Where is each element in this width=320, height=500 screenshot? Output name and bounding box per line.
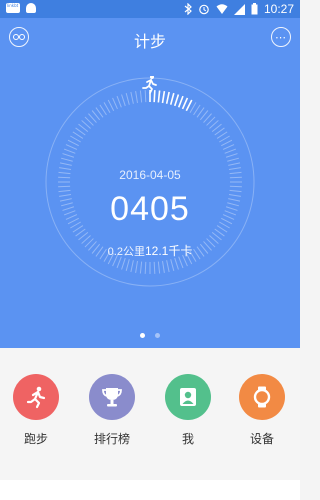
progress-tick <box>219 135 230 143</box>
progress-tick-filled <box>185 99 193 112</box>
trophy-icon <box>102 388 122 407</box>
status-bar: linkbt 10:27 <box>0 0 300 18</box>
progress-tick <box>144 90 147 103</box>
nav-item-device[interactable]: 设备 <box>232 374 292 447</box>
watch-icon <box>253 386 271 408</box>
wifi-icon <box>216 4 228 14</box>
progress-tick-filled <box>169 92 175 105</box>
activity-summary: 0.2公里12.1千卡 <box>0 242 300 259</box>
page-dot-1[interactable] <box>140 333 145 338</box>
progress-tick-filled <box>153 90 156 103</box>
alarm-icon <box>199 4 209 15</box>
nav-item-ranking[interactable]: 排行榜 <box>82 374 142 447</box>
nav-item-me[interactable]: 我 <box>158 374 218 447</box>
nav-label-device: 设备 <box>249 432 274 446</box>
progress-tick-filled <box>161 91 166 104</box>
status-left: linkbt <box>6 3 36 13</box>
progress-tick <box>59 162 72 166</box>
progress-tick <box>166 260 170 273</box>
progress-tick <box>144 261 147 274</box>
battery-icon <box>251 3 258 15</box>
bluetooth-icon <box>184 3 192 15</box>
progress-tick <box>153 261 156 274</box>
progress-tick <box>222 144 235 150</box>
progress-tick-filled <box>173 94 180 107</box>
app-badge-icon: linkbt <box>6 3 20 13</box>
progress-tick <box>103 102 111 113</box>
running-icon <box>26 386 46 409</box>
progress-tick <box>216 131 228 139</box>
progress-tick <box>174 257 179 270</box>
progress-tick <box>107 99 115 111</box>
progress-tick <box>61 157 73 162</box>
progress-tick <box>121 257 126 270</box>
progress-tick <box>130 260 134 273</box>
progress-tick <box>189 102 197 113</box>
progress-tick <box>67 139 79 147</box>
progress-tick <box>221 139 233 147</box>
progress-tick <box>99 104 107 116</box>
progress-tick <box>72 131 84 139</box>
signal-icon <box>233 3 245 15</box>
more-icon: ⋯ <box>275 30 287 44</box>
progress-tick <box>139 261 143 274</box>
ranking-button[interactable] <box>89 374 135 420</box>
progress-tick-filled <box>181 97 189 110</box>
nav-label-ranking: 排行榜 <box>93 432 130 446</box>
nav-label-me: 我 <box>181 432 194 446</box>
step-count: 0405 <box>110 190 190 228</box>
bottom-nav: 跑步 排行榜 我 设备 <box>0 348 300 480</box>
device-button[interactable] <box>239 374 285 420</box>
running-button[interactable] <box>13 374 59 420</box>
app-badge-label: linkbt <box>7 3 19 8</box>
progress-tick <box>125 259 130 271</box>
android-icon <box>26 3 36 13</box>
progress-tick-filled <box>157 90 161 103</box>
progress-tick <box>157 261 161 274</box>
progress-tick <box>62 153 75 158</box>
progress-tick <box>63 148 76 154</box>
progress-tick <box>135 260 138 273</box>
nav-label-running: 跑步 <box>23 432 48 446</box>
progress-tick <box>135 91 138 104</box>
top-bar: 计步 ⋯ <box>0 18 300 58</box>
progress-tick <box>224 148 237 154</box>
progress-tick-filled <box>177 95 184 108</box>
progress-tick <box>116 95 122 108</box>
progress-tick <box>65 144 78 150</box>
progress-tick <box>227 157 239 162</box>
progress-tick <box>112 97 118 110</box>
status-right: 10:27 <box>184 2 294 16</box>
more-button[interactable]: ⋯ <box>271 27 291 47</box>
progress-tick <box>125 93 130 105</box>
progress-tick-filled <box>165 91 170 104</box>
progress-tick <box>170 259 175 271</box>
progress-tick <box>130 91 134 104</box>
progress-tick <box>70 135 81 143</box>
page-title: 计步 <box>133 34 166 51</box>
page-dot-2[interactable] <box>155 333 160 338</box>
progress-tick <box>121 94 126 107</box>
progress-tick <box>229 185 242 188</box>
user-icon <box>180 388 196 406</box>
me-button[interactable] <box>165 374 211 420</box>
footer-strip <box>0 480 300 500</box>
step-date: 2016-04-05 <box>119 168 181 182</box>
nav-item-running[interactable]: 跑步 <box>6 374 66 447</box>
progress-tick <box>228 162 241 166</box>
progress-tick <box>58 185 71 188</box>
progress-tick <box>225 153 238 158</box>
calories-text: 12.1千卡 <box>144 244 193 258</box>
progress-tick <box>139 90 143 103</box>
status-time: 10:27 <box>263 2 294 16</box>
step-hero-panel[interactable]: 计步 ⋯ 2016-04-05 0405 0.2公里12.1千卡 <box>0 18 300 348</box>
progress-tick <box>162 260 165 273</box>
progress-tick <box>193 104 201 116</box>
page-indicator <box>0 333 300 338</box>
distance-text: 0.2公里 <box>107 246 145 258</box>
